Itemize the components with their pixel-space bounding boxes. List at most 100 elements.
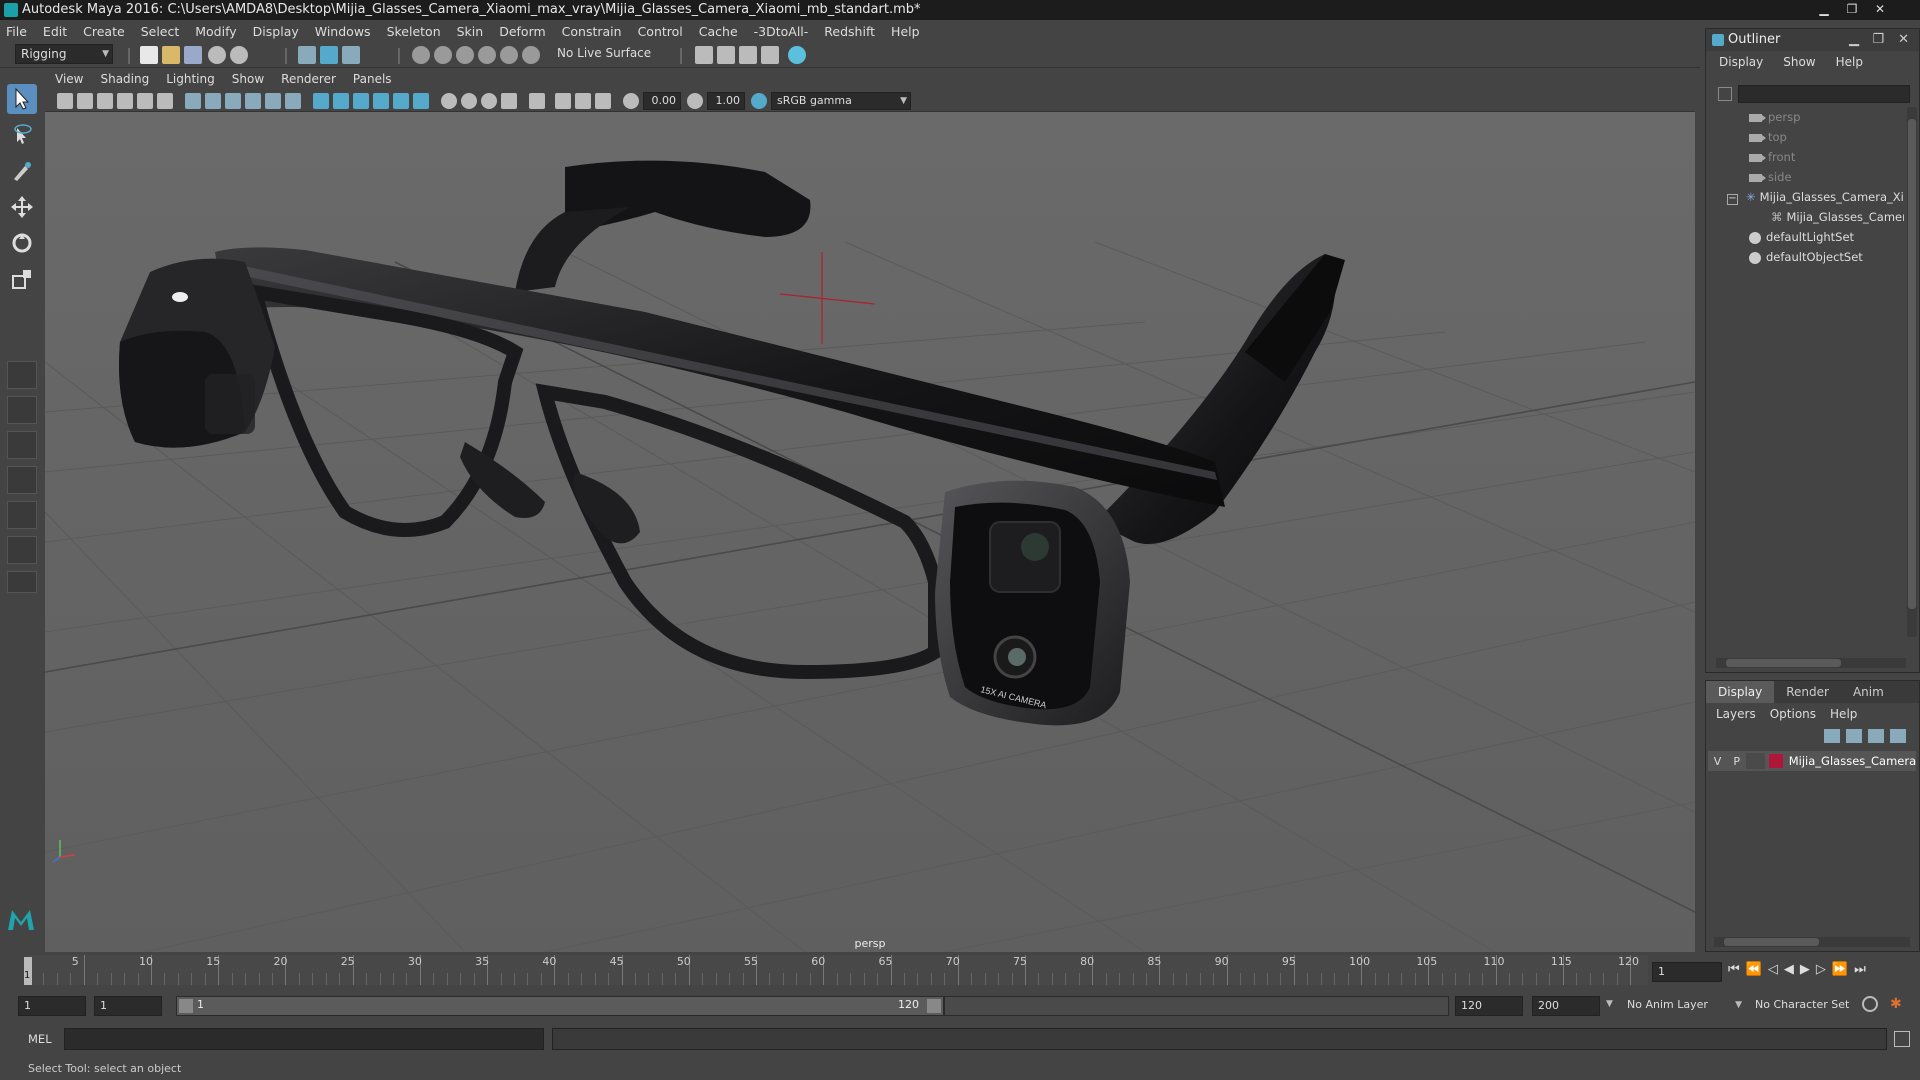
select-tool-icon[interactable]	[7, 84, 37, 114]
wireframe-icon[interactable]	[313, 93, 329, 109]
move-layer-up-icon[interactable]	[1824, 729, 1840, 743]
menuset-dropdown[interactable]: Rigging ▼	[15, 44, 113, 64]
2d-pan-zoom-icon[interactable]	[137, 93, 153, 109]
outliner-item-group[interactable]: − ✳ Mijia_Glasses_Camera_Xi	[1727, 187, 1904, 207]
grid-icon[interactable]	[185, 93, 201, 109]
hypershade-layout-icon[interactable]	[7, 536, 37, 564]
range-start-handle[interactable]	[179, 999, 193, 1013]
mel-command-input[interactable]	[64, 1028, 544, 1050]
mel-label[interactable]: MEL	[28, 1032, 52, 1046]
close-icon[interactable]: ✕	[1866, 0, 1894, 18]
snap-curve-icon[interactable]	[434, 46, 452, 64]
step-back-key-icon[interactable]: ⏪	[1746, 962, 1762, 977]
layer-playback-toggle[interactable]: P	[1727, 755, 1746, 768]
outliner-item-defaultobjectset[interactable]: defaultObjectSet	[1749, 247, 1863, 267]
range-slider-track[interactable]	[944, 996, 1449, 1016]
go-to-end-icon[interactable]: ⏭	[1854, 962, 1866, 977]
menu-file[interactable]: File	[6, 24, 27, 39]
outliner-menu-show[interactable]: Show	[1783, 55, 1815, 69]
outliner-horizontal-scrollbar[interactable]	[1716, 658, 1906, 668]
snap-live-icon[interactable]	[522, 46, 540, 64]
snap-view-icon[interactable]	[478, 46, 496, 64]
outliner-menu-help[interactable]: Help	[1836, 55, 1863, 69]
time-ruler[interactable]: 5 10 15 20 25 30 35 40 45 50 55 60 65 70 75 80 85 90 95 100…	[28, 955, 1648, 985]
color-management-icon[interactable]	[751, 93, 767, 109]
camera-attributes-icon[interactable]	[77, 93, 93, 109]
xray-joints-icon[interactable]	[575, 93, 591, 109]
go-to-start-icon[interactable]: ⏮	[1728, 962, 1740, 977]
snap-point-icon[interactable]	[456, 46, 474, 64]
layer-display-type-toggle[interactable]	[1746, 753, 1766, 769]
animation-start-field[interactable]: 1	[18, 996, 86, 1016]
open-scene-icon[interactable]	[162, 46, 180, 64]
menu-create[interactable]: Create	[83, 24, 125, 39]
anti-aliasing-icon[interactable]	[481, 93, 497, 109]
outliner-vertical-scrollbar[interactable]	[1907, 107, 1917, 637]
menu-deform[interactable]: Deform	[499, 24, 545, 39]
animation-end-field[interactable]: 200	[1532, 996, 1600, 1016]
layer-row[interactable]: V P Mijia_Glasses_Camera_	[1708, 751, 1916, 771]
vp-menu-renderer[interactable]: Renderer	[281, 72, 336, 86]
scroll-thumb[interactable]	[1726, 659, 1841, 667]
isolate-select-icon[interactable]	[529, 93, 545, 109]
ambient-occlusion-icon[interactable]	[441, 93, 457, 109]
bookmark-icon[interactable]	[97, 93, 113, 109]
field-chart-icon[interactable]	[265, 93, 281, 109]
lights-icon[interactable]	[393, 93, 409, 109]
menu-control[interactable]: Control	[638, 24, 683, 39]
new-scene-icon[interactable]	[140, 46, 158, 64]
rotate-tool-icon[interactable]	[7, 228, 37, 258]
vp-menu-lighting[interactable]: Lighting	[166, 72, 215, 86]
ipr-render-icon[interactable]	[739, 46, 757, 64]
playback-start-field[interactable]: 1	[94, 996, 162, 1016]
play-backward-icon[interactable]: ◀	[1784, 962, 1794, 977]
move-tool-icon[interactable]	[7, 192, 37, 222]
layer-horizontal-scrollbar[interactable]	[1714, 937, 1910, 947]
exposure-icon[interactable]	[623, 93, 639, 109]
exposure-field[interactable]: 0.00	[643, 92, 681, 110]
undo-icon[interactable]	[208, 46, 226, 64]
range-end-handle[interactable]	[927, 999, 941, 1013]
wireframe-on-shaded-icon[interactable]	[353, 93, 369, 109]
step-forward-frame-icon[interactable]: ▷	[1816, 962, 1826, 977]
outliner-item-defaultlightset[interactable]: defaultLightSet	[1749, 227, 1854, 247]
image-plane-icon[interactable]	[117, 93, 133, 109]
new-layer-icon[interactable]	[1868, 729, 1884, 743]
gamma-icon[interactable]	[687, 93, 703, 109]
move-layer-down-icon[interactable]	[1846, 729, 1862, 743]
layout-options-icon[interactable]	[7, 571, 37, 593]
vp-menu-shading[interactable]: Shading	[100, 72, 149, 86]
outliner-item-mesh[interactable]: ⌘ Mijia_Glasses_Camer	[1771, 207, 1904, 227]
menu-display[interactable]: Display	[253, 24, 299, 39]
redo-icon[interactable]	[230, 46, 248, 64]
animation-prefs-icon[interactable]: ✱	[1890, 996, 1906, 1012]
chevron-down-icon[interactable]: ▼	[1606, 999, 1613, 1009]
film-gate-icon[interactable]	[205, 93, 221, 109]
new-layer-selected-icon[interactable]	[1890, 729, 1906, 743]
paint-select-tool-icon[interactable]	[7, 156, 37, 186]
script-editor-icon[interactable]	[1894, 1031, 1910, 1047]
scroll-thumb[interactable]	[1908, 119, 1916, 609]
menu-3dtoall[interactable]: -3DtoAll-	[754, 24, 809, 39]
layer-menu-options[interactable]: Options	[1770, 707, 1816, 721]
tab-anim[interactable]: Anim	[1841, 681, 1896, 703]
outliner-menu-display[interactable]: Display	[1719, 55, 1763, 69]
play-forward-icon[interactable]: ▶	[1800, 962, 1810, 977]
select-hierarchy-icon[interactable]	[298, 46, 316, 64]
maximize-icon[interactable]: ❐	[1838, 0, 1866, 18]
current-frame-field[interactable]: 1	[1652, 962, 1722, 982]
xray-components-icon[interactable]	[595, 93, 611, 109]
render-view-icon[interactable]	[695, 46, 713, 64]
anim-layer-dropdown[interactable]: No Anim Layer ▼	[1622, 996, 1744, 1016]
outliner-item-front[interactable]: front	[1749, 147, 1795, 167]
menu-skin[interactable]: Skin	[457, 24, 484, 39]
outliner-item-top[interactable]: top	[1749, 127, 1787, 147]
color-space-dropdown[interactable]: sRGB gamma ▼	[771, 92, 911, 110]
live-surface-field[interactable]: No Live Surface	[552, 44, 652, 64]
four-pane-layout-icon[interactable]	[7, 396, 37, 424]
maximize-icon[interactable]: ❐	[1872, 29, 1884, 51]
minimize-icon[interactable]: ▁	[1810, 0, 1838, 18]
menu-modify[interactable]: Modify	[195, 24, 236, 39]
tab-render[interactable]: Render	[1774, 681, 1841, 703]
outliner-item-side[interactable]: side	[1749, 167, 1792, 187]
